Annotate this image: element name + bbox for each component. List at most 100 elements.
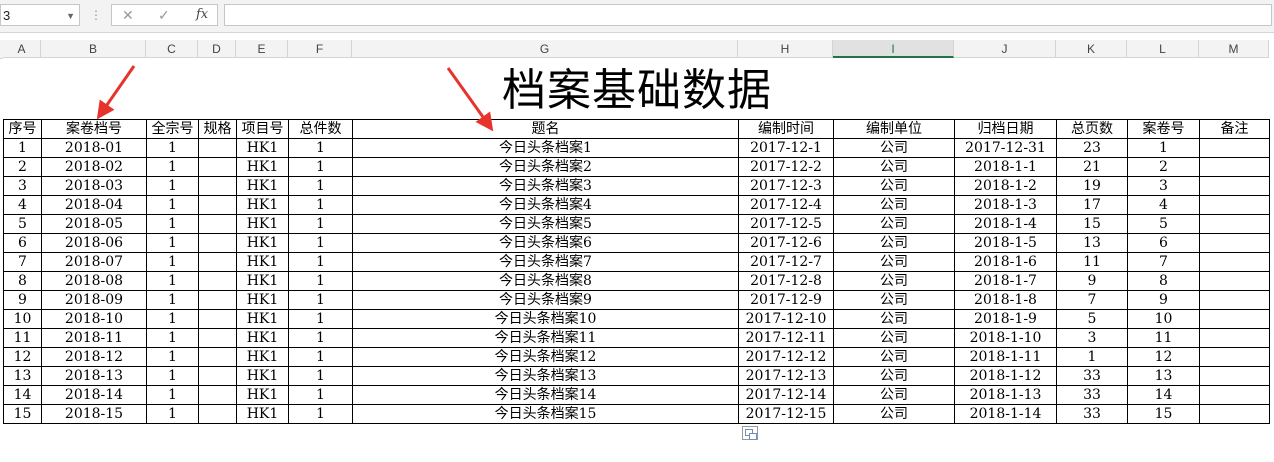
table-cell[interactable]: 今日头条档案9 [352, 290, 739, 310]
header-cell[interactable]: 规格 [198, 119, 237, 139]
table-cell[interactable]: 1 [288, 176, 353, 196]
column-header-h[interactable]: H [738, 40, 833, 58]
table-cell[interactable]: 今日头条档案15 [352, 404, 739, 424]
table-cell[interactable]: 公司 [833, 233, 955, 253]
table-cell[interactable]: 2018-01 [41, 138, 147, 158]
table-cell[interactable]: 2018-07 [41, 252, 147, 272]
column-header-g[interactable]: G [352, 40, 738, 58]
column-header-e[interactable]: E [236, 40, 288, 58]
table-cell[interactable]: 1 [1056, 347, 1128, 367]
table-cell[interactable]: 公司 [833, 366, 955, 386]
table-cell[interactable]: 15 [3, 404, 42, 424]
table-cell[interactable]: 2018-1-11 [954, 347, 1057, 367]
table-cell[interactable]: 2018-14 [41, 385, 147, 405]
table-cell[interactable]: 2018-1-4 [954, 214, 1057, 234]
table-cell[interactable]: 2018-1-2 [954, 176, 1057, 196]
table-cell[interactable]: 2017-12-6 [738, 233, 834, 253]
table-cell[interactable]: 3 [1056, 328, 1128, 348]
table-cell[interactable]: HK1 [236, 328, 289, 348]
table-cell[interactable]: 1 [288, 366, 353, 386]
table-cell[interactable] [1199, 385, 1270, 405]
table-cell[interactable]: 33 [1056, 404, 1128, 424]
column-header-b[interactable]: B [41, 40, 146, 58]
table-cell[interactable]: 3 [3, 176, 42, 196]
table-cell[interactable]: HK1 [236, 347, 289, 367]
table-cell[interactable]: 公司 [833, 404, 955, 424]
table-cell[interactable]: 9 [1056, 271, 1128, 291]
table-cell[interactable] [198, 214, 237, 234]
table-cell[interactable]: 2018-1-12 [954, 366, 1057, 386]
table-cell[interactable]: 2 [1127, 157, 1200, 177]
table-cell[interactable]: 2018-12 [41, 347, 147, 367]
table-cell[interactable]: 1 [146, 328, 199, 348]
table-cell[interactable] [198, 404, 237, 424]
table-cell[interactable]: 今日头条档案6 [352, 233, 739, 253]
table-cell[interactable]: 6 [3, 233, 42, 253]
table-cell[interactable]: 今日头条档案1 [352, 138, 739, 158]
table-cell[interactable]: 今日头条档案8 [352, 271, 739, 291]
table-cell[interactable]: 公司 [833, 252, 955, 272]
header-cell[interactable]: 案卷号 [1127, 119, 1200, 139]
table-cell[interactable]: 5 [1127, 214, 1200, 234]
table-cell[interactable]: 11 [1056, 252, 1128, 272]
table-cell[interactable]: 2018-1-3 [954, 195, 1057, 215]
table-cell[interactable] [198, 252, 237, 272]
table-cell[interactable]: 2017-12-7 [738, 252, 834, 272]
table-cell[interactable]: 今日头条档案13 [352, 366, 739, 386]
table-cell[interactable]: 9 [3, 290, 42, 310]
table-cell[interactable]: 1 [288, 309, 353, 329]
table-cell[interactable] [1199, 138, 1270, 158]
table-cell[interactable]: HK1 [236, 385, 289, 405]
column-header-i[interactable]: I [833, 40, 954, 58]
table-cell[interactable]: 1 [288, 328, 353, 348]
table-cell[interactable]: 2018-15 [41, 404, 147, 424]
table-cell[interactable] [198, 385, 237, 405]
table-cell[interactable]: 23 [1056, 138, 1128, 158]
table-cell[interactable]: 2018-11 [41, 328, 147, 348]
table-cell[interactable]: 12 [1127, 347, 1200, 367]
table-cell[interactable]: 15 [1056, 214, 1128, 234]
table-cell[interactable] [198, 138, 237, 158]
table-cell[interactable]: HK1 [236, 195, 289, 215]
table-cell[interactable]: HK1 [236, 309, 289, 329]
table-cell[interactable]: 10 [3, 309, 42, 329]
table-cell[interactable]: 1 [1127, 138, 1200, 158]
table-cell[interactable] [1199, 271, 1270, 291]
table-cell[interactable]: 1 [146, 347, 199, 367]
table-cell[interactable]: 1 [146, 366, 199, 386]
table-cell[interactable] [198, 347, 237, 367]
column-header-l[interactable]: L [1127, 40, 1199, 58]
table-cell[interactable] [1199, 328, 1270, 348]
table-cell[interactable]: 8 [1127, 271, 1200, 291]
paste-options-icon[interactable] [742, 426, 758, 440]
table-cell[interactable]: 5 [1056, 309, 1128, 329]
table-cell[interactable]: 1 [288, 385, 353, 405]
table-cell[interactable] [1199, 366, 1270, 386]
table-cell[interactable] [198, 290, 237, 310]
table-cell[interactable]: 14 [3, 385, 42, 405]
table-cell[interactable]: 公司 [833, 157, 955, 177]
table-cell[interactable]: 33 [1056, 385, 1128, 405]
table-cell[interactable] [198, 233, 237, 253]
table-cell[interactable] [198, 366, 237, 386]
column-header-d[interactable]: D [198, 40, 236, 58]
table-cell[interactable]: 2018-1-14 [954, 404, 1057, 424]
table-cell[interactable]: 今日头条档案3 [352, 176, 739, 196]
table-cell[interactable]: HK1 [236, 252, 289, 272]
table-cell[interactable]: HK1 [236, 271, 289, 291]
table-cell[interactable]: 2017-12-4 [738, 195, 834, 215]
table-cell[interactable]: 1 [146, 214, 199, 234]
table-cell[interactable]: 今日头条档案7 [352, 252, 739, 272]
table-cell[interactable]: HK1 [236, 157, 289, 177]
header-cell[interactable]: 项目号 [236, 119, 289, 139]
table-cell[interactable]: 2017-12-11 [738, 328, 834, 348]
header-cell[interactable]: 总件数 [288, 119, 353, 139]
table-cell[interactable]: 2018-1-13 [954, 385, 1057, 405]
table-cell[interactable] [1199, 290, 1270, 310]
table-cell[interactable] [1199, 252, 1270, 272]
table-cell[interactable]: 2018-10 [41, 309, 147, 329]
table-cell[interactable]: 2018-1-6 [954, 252, 1057, 272]
table-cell[interactable]: 2018-03 [41, 176, 147, 196]
table-cell[interactable]: 2018-1-9 [954, 309, 1057, 329]
table-cell[interactable]: 1 [146, 271, 199, 291]
